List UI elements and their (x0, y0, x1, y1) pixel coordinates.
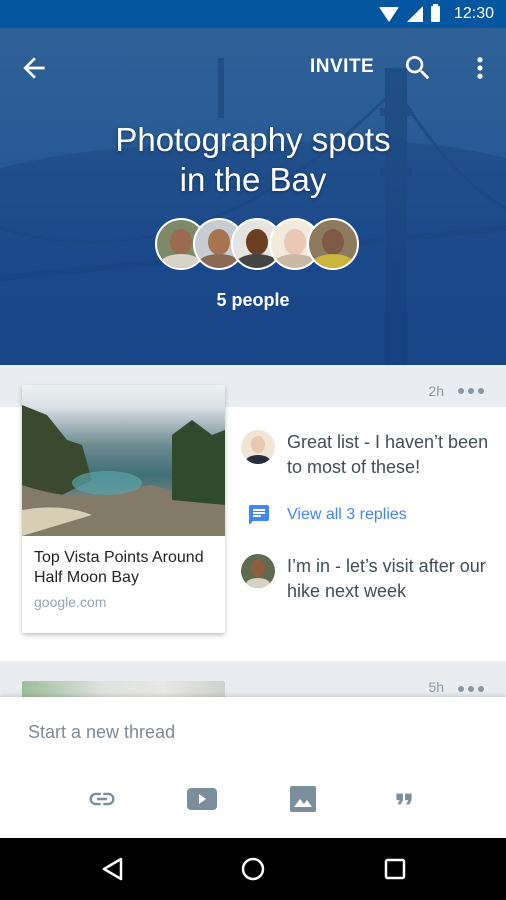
commenter-avatar (241, 430, 275, 464)
cell-signal-icon (406, 6, 423, 22)
comment-text: Great list - I haven’t been to most of t… (287, 432, 489, 477)
group-title-line-2: in the Bay (179, 161, 327, 198)
commenter-avatar (241, 554, 275, 588)
image-icon[interactable] (287, 785, 319, 813)
quote-icon[interactable] (388, 785, 420, 813)
group-title-line-1: Photography spots (115, 121, 391, 158)
home-circle-icon[interactable] (238, 854, 268, 884)
back-triangle-icon[interactable] (98, 854, 128, 884)
group-header: INVITE Photography spots in the Bay 5 pe… (0, 28, 506, 365)
system-nav-bar (0, 838, 506, 900)
view-replies-link[interactable]: View all 3 replies (247, 503, 407, 527)
battery-icon (430, 4, 440, 22)
new-thread-input[interactable] (28, 717, 478, 747)
comment-item[interactable]: I’m in - let’s visit after our hike next… (241, 554, 497, 604)
screen: 12:30 INVITE Photography spots in the Ba… (0, 0, 506, 900)
thread-time: 2h (428, 383, 444, 399)
arrow-back-icon[interactable] (18, 52, 50, 84)
link-card[interactable]: Top Vista Points Around Half Moon Bay go… (22, 385, 225, 633)
more-horiz-icon[interactable] (458, 683, 484, 695)
invite-button[interactable]: INVITE (310, 56, 374, 78)
status-time: 12:30 (453, 5, 494, 22)
recents-square-icon[interactable] (380, 854, 410, 884)
link-icon[interactable] (86, 785, 118, 813)
link-title: Top Vista Points Around Half Moon Bay (34, 549, 204, 586)
group-title: Photography spots in the Bay (0, 120, 506, 200)
status-bar: 12:30 (0, 0, 506, 28)
message-icon (249, 505, 269, 525)
search-icon[interactable] (402, 52, 434, 84)
comment-text: I’m in - let’s visit after our hike next… (287, 556, 486, 601)
thread-item: 2h Top Vista Points Around Half Moon Bay… (0, 365, 506, 661)
app-bar: INVITE (0, 28, 506, 108)
video-icon[interactable] (186, 785, 218, 813)
member-avatars (155, 218, 359, 272)
member-avatar-5[interactable] (307, 218, 359, 270)
comment-item[interactable]: Great list - I haven’t been to most of t… (241, 430, 497, 480)
thread-time: 5h (428, 679, 444, 695)
wifi-icon (378, 6, 399, 22)
link-domain: google.com (34, 594, 107, 610)
link-thumbnail-image (22, 385, 225, 536)
more-horiz-icon[interactable] (458, 385, 484, 397)
thread-item: 5h (0, 661, 506, 703)
composer (0, 697, 506, 838)
people-count[interactable]: 5 people (0, 290, 506, 311)
more-vert-icon[interactable] (466, 52, 494, 84)
view-replies-text: View all 3 replies (287, 506, 407, 523)
